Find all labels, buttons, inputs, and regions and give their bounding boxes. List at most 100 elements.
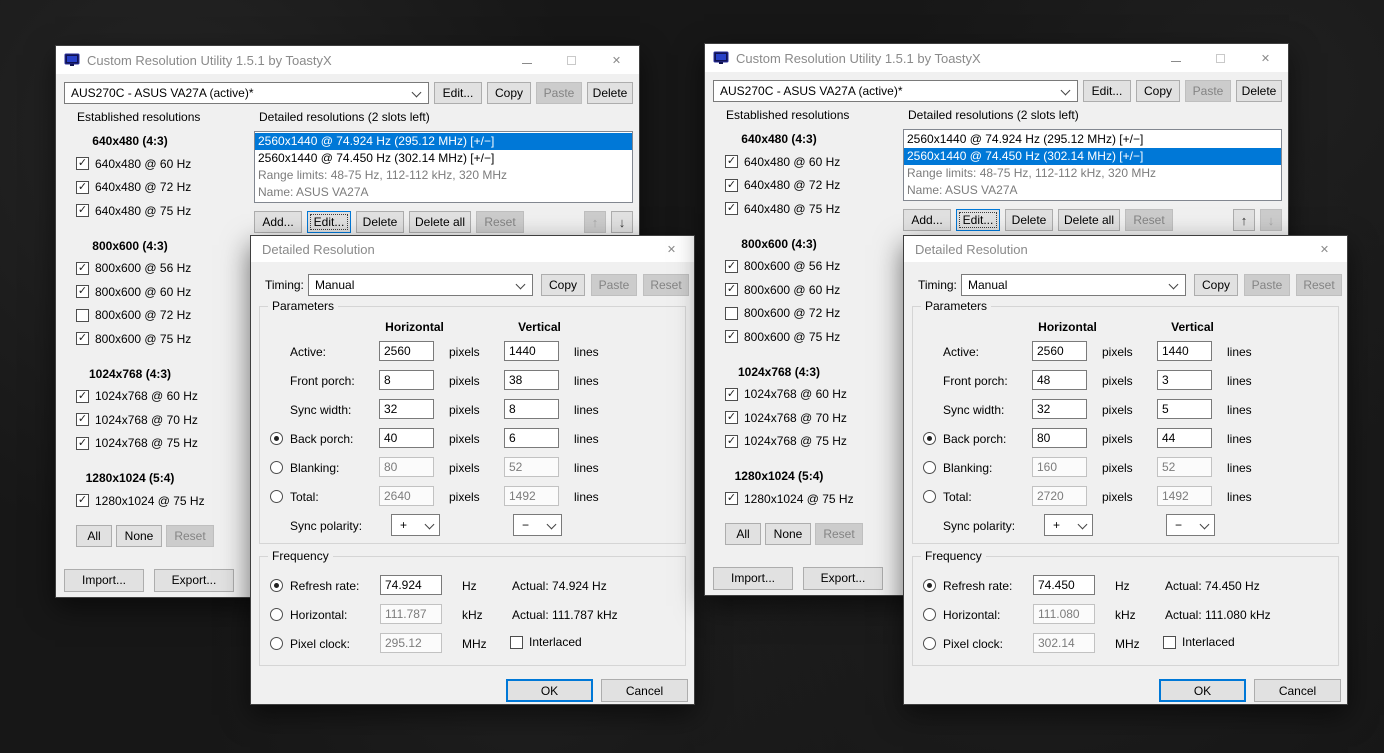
none-button[interactable]: None bbox=[765, 522, 811, 545]
dialog-reset-button[interactable]: Reset bbox=[1296, 274, 1342, 296]
paste-monitor-button[interactable]: Paste bbox=[1185, 80, 1231, 102]
established-resolution-row[interactable]: 640x480 @ 75 Hz bbox=[713, 197, 897, 221]
import-button[interactable]: Import... bbox=[713, 566, 793, 590]
radio-button[interactable] bbox=[923, 432, 936, 445]
close-button[interactable] bbox=[1243, 44, 1288, 72]
detailed-resolutions-listbox[interactable]: 2560x1440 @ 74.924 Hz (295.12 MHz) [+/−]… bbox=[254, 131, 633, 203]
dialog-titlebar[interactable]: Detailed Resolution bbox=[904, 236, 1347, 262]
established-resolution-row[interactable]: 800x600 @ 75 Hz bbox=[713, 325, 897, 349]
interlaced-checkbox-row[interactable]: Interlaced bbox=[1163, 635, 1235, 649]
edit-monitor-button[interactable]: Edit... bbox=[1083, 80, 1131, 102]
horizontal-value-input[interactable] bbox=[1032, 457, 1087, 477]
cancel-button[interactable]: Cancel bbox=[1254, 679, 1341, 702]
checkbox[interactable] bbox=[725, 434, 738, 448]
radio-button[interactable] bbox=[923, 461, 936, 474]
dialog-copy-button[interactable]: Copy bbox=[541, 274, 585, 296]
established-resolution-row[interactable]: 800x600 @ 56 Hz bbox=[64, 257, 248, 281]
dialog-close-button[interactable] bbox=[649, 236, 694, 262]
radio-button[interactable] bbox=[923, 608, 936, 621]
detailed-resolution-item[interactable]: Range limits: 48-75 Hz, 112-112 kHz, 320… bbox=[255, 167, 632, 184]
established-resolution-row[interactable]: 800x600 @ 56 Hz bbox=[713, 255, 897, 279]
detailed-resolution-item[interactable]: Range limits: 48-75 Hz, 112-112 kHz, 320… bbox=[904, 165, 1281, 182]
add-button[interactable]: Add... bbox=[903, 209, 951, 231]
checkbox[interactable] bbox=[725, 178, 738, 192]
established-resolution-row[interactable]: 1024x768 @ 70 Hz bbox=[64, 408, 248, 432]
checkbox[interactable] bbox=[725, 411, 738, 425]
radio-button[interactable] bbox=[923, 490, 936, 503]
import-button[interactable]: Import... bbox=[64, 568, 144, 592]
copy-monitor-button[interactable]: Copy bbox=[487, 82, 531, 104]
established-resolution-row[interactable]: 1024x768 @ 70 Hz bbox=[713, 406, 897, 430]
interlaced-checkbox-row[interactable]: Interlaced bbox=[510, 635, 582, 649]
cancel-button[interactable]: Cancel bbox=[601, 679, 688, 702]
vertical-value-input[interactable] bbox=[504, 399, 559, 419]
vertical-value-input[interactable] bbox=[1157, 457, 1212, 477]
detailed-resolution-item[interactable]: 2560x1440 @ 74.924 Hz (295.12 MHz) [+/−] bbox=[255, 133, 632, 150]
h-polarity-select[interactable]: + bbox=[1044, 514, 1093, 536]
delete-all-button[interactable]: Delete all bbox=[409, 211, 471, 233]
checkbox[interactable] bbox=[725, 202, 738, 216]
horizontal-value-input[interactable] bbox=[1032, 370, 1087, 390]
monitor-select[interactable]: AUS270C - ASUS VA27A (active)* bbox=[64, 82, 429, 104]
dialog-paste-button[interactable]: Paste bbox=[1244, 274, 1290, 296]
all-button[interactable]: All bbox=[76, 524, 112, 547]
frequency-value-input[interactable] bbox=[380, 575, 442, 595]
checkbox[interactable] bbox=[725, 259, 738, 273]
horizontal-value-input[interactable] bbox=[379, 399, 434, 419]
checkbox[interactable] bbox=[76, 308, 89, 322]
horizontal-value-input[interactable] bbox=[379, 486, 434, 506]
established-resolution-row[interactable]: 1280x1024 @ 75 Hz bbox=[713, 487, 897, 511]
established-resolution-row[interactable]: 1280x1024 @ 75 Hz bbox=[64, 489, 248, 513]
checkbox[interactable] bbox=[725, 330, 738, 344]
checkbox[interactable] bbox=[76, 157, 89, 171]
checkbox[interactable] bbox=[76, 261, 89, 275]
radio-button[interactable] bbox=[270, 608, 283, 621]
established-resolution-row[interactable]: 640x480 @ 72 Hz bbox=[713, 174, 897, 198]
horizontal-value-input[interactable] bbox=[379, 428, 434, 448]
established-resolution-row[interactable]: 1024x768 @ 75 Hz bbox=[713, 430, 897, 454]
paste-monitor-button[interactable]: Paste bbox=[536, 82, 582, 104]
edit-detailed-button[interactable]: Edit... bbox=[956, 209, 1000, 231]
checkbox[interactable] bbox=[725, 283, 738, 297]
reset-established-button[interactable]: Reset bbox=[166, 524, 214, 547]
reset-detailed-button[interactable]: Reset bbox=[1125, 209, 1173, 231]
checkbox[interactable] bbox=[725, 306, 738, 320]
frequency-value-input[interactable] bbox=[1033, 575, 1095, 595]
dialog-reset-button[interactable]: Reset bbox=[643, 274, 689, 296]
detailed-resolution-item[interactable]: 2560x1440 @ 74.450 Hz (302.14 MHz) [+/−] bbox=[255, 150, 632, 167]
add-button[interactable]: Add... bbox=[254, 211, 302, 233]
vertical-value-input[interactable] bbox=[504, 486, 559, 506]
vertical-value-input[interactable] bbox=[1157, 428, 1212, 448]
radio-button[interactable] bbox=[270, 637, 283, 650]
established-resolution-row[interactable]: 800x600 @ 60 Hz bbox=[64, 280, 248, 304]
export-button[interactable]: Export... bbox=[154, 568, 234, 592]
maximize-button[interactable] bbox=[1198, 44, 1243, 72]
move-up-button[interactable] bbox=[1233, 209, 1255, 231]
ok-button[interactable]: OK bbox=[1159, 679, 1246, 702]
edit-monitor-button[interactable]: Edit... bbox=[434, 82, 482, 104]
established-resolution-row[interactable]: 800x600 @ 75 Hz bbox=[64, 327, 248, 351]
horizontal-value-input[interactable] bbox=[379, 370, 434, 390]
established-resolution-row[interactable]: 640x480 @ 75 Hz bbox=[64, 199, 248, 223]
radio-button[interactable] bbox=[270, 490, 283, 503]
checkbox[interactable] bbox=[76, 204, 89, 218]
detailed-resolution-item[interactable]: Name: ASUS VA27A bbox=[904, 182, 1281, 199]
vertical-value-input[interactable] bbox=[504, 341, 559, 361]
timing-select[interactable]: Manual bbox=[308, 274, 533, 296]
frequency-value-input[interactable] bbox=[1033, 633, 1095, 653]
frequency-value-input[interactable] bbox=[380, 604, 442, 624]
monitor-select[interactable]: AUS270C - ASUS VA27A (active)* bbox=[713, 80, 1078, 102]
window-titlebar[interactable]: Custom Resolution Utility 1.5.1 by Toast… bbox=[705, 44, 1288, 72]
checkbox[interactable] bbox=[76, 413, 89, 427]
established-resolution-row[interactable]: 1024x768 @ 75 Hz bbox=[64, 432, 248, 456]
horizontal-value-input[interactable] bbox=[379, 341, 434, 361]
delete-detailed-button[interactable]: Delete bbox=[1005, 209, 1053, 231]
none-button[interactable]: None bbox=[116, 524, 162, 547]
horizontal-value-input[interactable] bbox=[379, 457, 434, 477]
export-button[interactable]: Export... bbox=[803, 566, 883, 590]
vertical-value-input[interactable] bbox=[1157, 341, 1212, 361]
vertical-value-input[interactable] bbox=[1157, 486, 1212, 506]
move-down-button[interactable] bbox=[1260, 209, 1282, 231]
established-resolution-row[interactable]: 1024x768 @ 60 Hz bbox=[64, 385, 248, 409]
established-resolution-row[interactable]: 800x600 @ 72 Hz bbox=[713, 302, 897, 326]
